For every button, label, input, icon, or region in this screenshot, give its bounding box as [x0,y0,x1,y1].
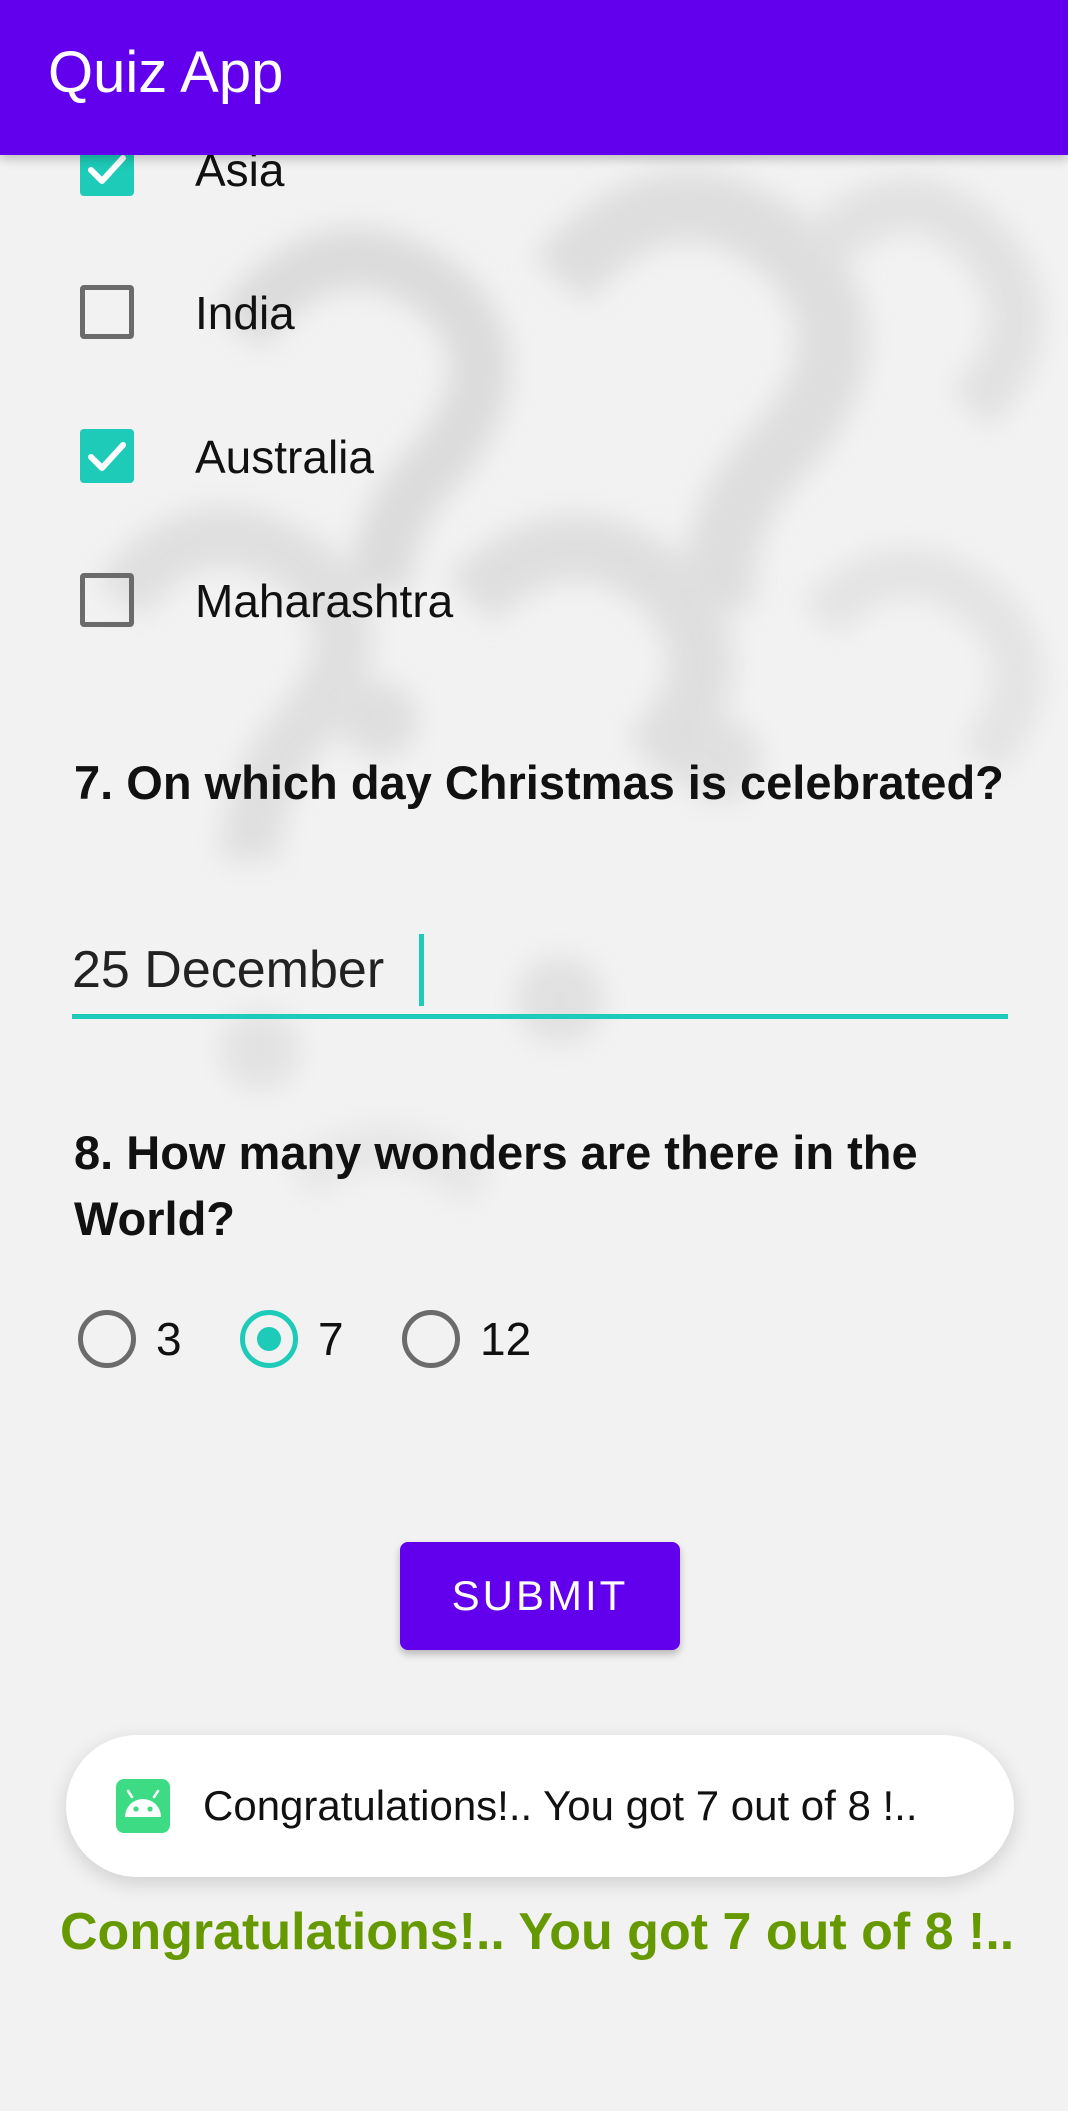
question-7-text: 7. On which day Christmas is celebrated? [74,756,1004,809]
checkbox-option-india[interactable]: India [80,283,780,343]
field-underline [72,1014,1008,1019]
radio-label: 3 [156,1313,182,1365]
checkbox-option-maharashtra[interactable]: Maharashtra [80,571,780,631]
radio-option-3[interactable]: 3 [78,1308,198,1370]
text-cursor [419,934,424,1006]
radio-dot [257,1327,281,1351]
answer-input[interactable] [72,930,972,1010]
radio-option-7[interactable]: 7 [240,1308,360,1370]
radio-option-12[interactable]: 12 [402,1308,562,1370]
radio-unselected-icon[interactable] [402,1310,460,1368]
radio-group: 3 7 12 [78,1308,678,1370]
radio-label: 7 [318,1313,344,1365]
checkbox-checked-icon[interactable] [80,429,134,483]
toast-notification: Congratulations!.. You got 7 out of 8 !.… [66,1735,1014,1877]
radio-unselected-icon[interactable] [78,1310,136,1368]
checkbox-label: Australia [195,431,374,483]
checkbox-unchecked-icon[interactable] [80,573,134,627]
radio-selected-icon[interactable] [240,1310,298,1368]
answer-field[interactable] [72,930,1008,1020]
submit-button[interactable]: SUBMIT [400,1542,680,1650]
checkbox-option-australia[interactable]: Australia [80,427,780,487]
app-title: Quiz App [48,40,284,105]
radio-label: 12 [480,1313,532,1365]
question-8-text: 8. How many wonders are there in the Wor… [74,1126,918,1245]
toast-message: Congratulations!.. You got 7 out of 8 !.… [203,1782,918,1829]
checkbox-label: Maharashtra [195,575,454,627]
app-bar: Quiz App [0,0,1068,155]
android-icon [116,1779,170,1833]
result-message: Congratulations!.. You got 7 out of 8 !.… [60,1903,1015,1961]
quiz-screen: Quiz App Asia India Australia Maharashtr… [0,0,1068,2111]
checkbox-label: India [195,287,295,339]
checkbox-unchecked-icon[interactable] [80,285,134,339]
